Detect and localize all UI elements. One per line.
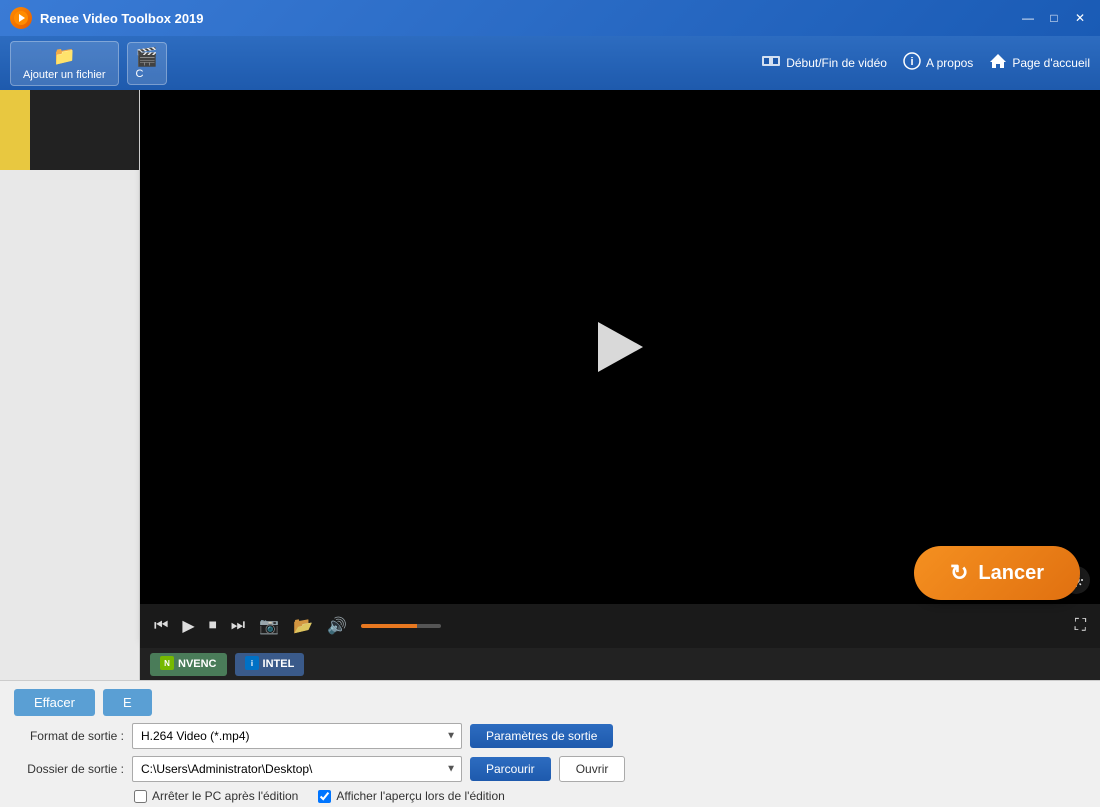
intel-badge[interactable]: i INTEL [235, 653, 305, 676]
svg-text:i: i [250, 659, 252, 668]
add-file-icon: 📁 [53, 46, 75, 67]
video-controls: ⏮ ▶ ⏹ ⏭ 📷 📂 🔊 ⛶ [140, 604, 1100, 648]
checkbox-apercu[interactable] [318, 790, 331, 803]
nvenc-label: NVENC [178, 658, 217, 670]
intel-icon: i [245, 656, 259, 673]
lancer-button[interactable]: ↻ Lancer [914, 546, 1080, 600]
toolbar-right: Début/Fin de vidéo i A propos Page d'acc… [761, 52, 1090, 75]
file-thumbnail [0, 90, 139, 170]
nvenc-badge[interactable]: N NVENC [150, 653, 227, 676]
action-row: Effacer E [14, 689, 1086, 716]
titlebar: Renee Video Toolbox 2019 — □ ✕ [0, 0, 1100, 36]
toolbar: 📁 Ajouter un fichier 🎬 C Début/Fin de vi… [0, 36, 1100, 90]
screenshot-button[interactable]: 📷 [255, 612, 283, 640]
folder-row: Dossier de sortie : C:\Users\Administrat… [14, 756, 1086, 782]
browse-button[interactable]: Parcourir [470, 757, 551, 781]
convert-icon: 🎬 [136, 47, 158, 67]
checkbox-apercu-label[interactable]: Afficher l'aperçu lors de l'édition [318, 789, 504, 803]
home-icon [989, 52, 1007, 75]
format-select-wrapper: H.264 Video (*.mp4) ▼ [132, 723, 462, 749]
maximize-button[interactable]: □ [1044, 8, 1064, 28]
debut-fin-button[interactable]: Début/Fin de vidéo [761, 53, 887, 74]
apropos-label: A propos [926, 56, 973, 70]
folder-select[interactable]: C:\Users\Administrator\Desktop\ [132, 756, 462, 782]
checkbox-arret-label[interactable]: Arrêter le PC après l'édition [134, 789, 298, 803]
add-file-button[interactable]: 📁 Ajouter un fichier [10, 41, 119, 86]
effacer-button[interactable]: Effacer [14, 689, 95, 716]
app-logo [10, 7, 32, 29]
app-title: Renee Video Toolbox 2019 [40, 11, 1018, 26]
output-settings-button[interactable]: Paramètres de sortie [470, 724, 613, 748]
format-row: Format de sortie : H.264 Video (*.mp4) ▼… [14, 723, 1086, 749]
lancer-label: Lancer [978, 562, 1044, 585]
debut-fin-label: Début/Fin de vidéo [786, 56, 887, 70]
page-accueil-label: Page d'accueil [1012, 56, 1090, 70]
format-label: Format de sortie : [14, 729, 124, 743]
fullscreen-button[interactable]: ⛶ [1071, 613, 1090, 639]
folder-label: Dossier de sortie : [14, 762, 124, 776]
convert-button[interactable]: 🎬 C [127, 42, 167, 85]
left-panel: Common Video ▶ Common Audio ▶ HD Vidéo ▶… [0, 90, 140, 680]
play-triangle-icon [598, 322, 643, 372]
svg-text:i: i [910, 56, 913, 68]
lancer-icon: ↻ [950, 560, 968, 586]
bottom-panel: Effacer E Format de sortie : H.264 Video… [0, 680, 1100, 807]
gpu-bar: N NVENC i INTEL [140, 648, 1100, 680]
thumbnail-accent [0, 90, 30, 170]
volume-button[interactable]: 🔊 [323, 612, 351, 640]
skip-forward-button[interactable]: ⏭ [227, 613, 249, 639]
skip-back-button[interactable]: ⏮ [150, 613, 172, 639]
play-button[interactable] [590, 317, 650, 377]
intel-label: INTEL [263, 658, 295, 670]
close-button[interactable]: ✕ [1070, 8, 1090, 28]
page-accueil-button[interactable]: Page d'accueil [989, 52, 1090, 75]
add-file-label: Ajouter un fichier [23, 69, 106, 81]
volume-slider[interactable] [361, 624, 441, 628]
nvenc-icon: N [160, 656, 174, 673]
minimize-button[interactable]: — [1018, 8, 1038, 28]
svg-text:N: N [164, 659, 170, 668]
folder-select-wrapper: C:\Users\Administrator\Desktop\ ▼ [132, 756, 462, 782]
format-select[interactable]: H.264 Video (*.mp4) [132, 723, 462, 749]
convert-label: C [136, 68, 158, 80]
right-panel: ⏮ ▶ ⏹ ⏭ 📷 📂 🔊 ⛶ N NVENC i INTEL [140, 90, 1100, 680]
open-button[interactable]: Ouvrir [559, 756, 626, 782]
debut-fin-icon [761, 53, 781, 74]
main-content: Common Video ▶ Common Audio ▶ HD Vidéo ▶… [0, 90, 1100, 680]
window-controls: — □ ✕ [1018, 8, 1090, 28]
checkbox-arret[interactable] [134, 790, 147, 803]
checkbox-row: Arrêter le PC après l'édition Afficher l… [134, 789, 1086, 803]
stop-button[interactable]: ⏹ [205, 613, 221, 639]
folder-button[interactable]: 📂 [289, 612, 317, 640]
video-area [140, 90, 1100, 604]
editor-button[interactable]: E [103, 689, 152, 716]
apropos-button[interactable]: i A propos [903, 52, 973, 75]
play-pause-button[interactable]: ▶ [178, 612, 198, 640]
apropos-icon: i [903, 52, 921, 75]
